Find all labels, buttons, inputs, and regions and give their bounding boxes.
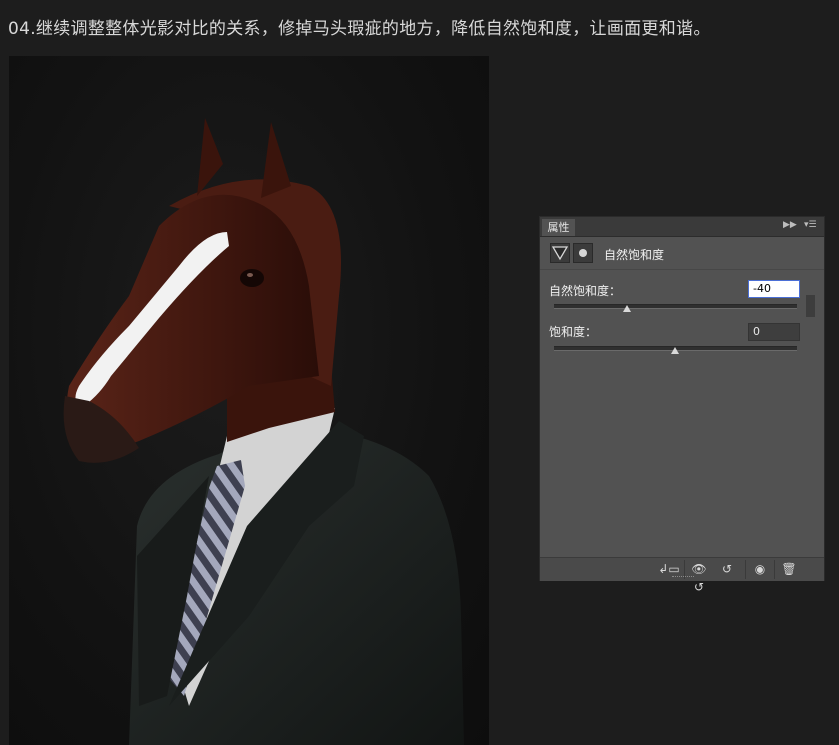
vibrance-slider-thumb[interactable] <box>623 305 631 312</box>
reset-icon[interactable]: ↺ <box>716 560 738 578</box>
panel-scrollbar[interactable] <box>806 295 815 555</box>
adjustment-title: 自然饱和度 <box>604 248 665 262</box>
resize-grip[interactable] <box>672 576 694 579</box>
vibrance-input[interactable]: -40 <box>748 280 800 298</box>
layer-mask-icon[interactable] <box>573 243 593 263</box>
trash-icon[interactable]: 🗑 <box>778 560 800 578</box>
panel-header: 属性 ▶▶ ▾☰ <box>540 217 824 237</box>
saturation-slider-thumb[interactable] <box>671 347 679 354</box>
tab-properties[interactable]: 属性 <box>542 219 575 236</box>
horse-in-suit-photo <box>9 56 489 745</box>
adjustment-type-row: 自然饱和度 <box>540 237 824 270</box>
panel-menu-icon[interactable]: ▾☰ <box>804 220 817 230</box>
visibility-icon[interactable]: ◉ <box>749 560 771 578</box>
vibrance-label: 自然饱和度： <box>549 284 622 298</box>
vibrance-adjustment-icon[interactable] <box>550 243 570 263</box>
saturation-input[interactable]: 0 <box>748 323 800 341</box>
vibrance-slider-track[interactable] <box>554 304 797 309</box>
double-arrow-right-icon[interactable]: ▶▶ <box>783 220 797 230</box>
page-title: 04.继续调整整体光影对比的关系，修掉马头瑕疵的地方，降低自然饱和度，让画面更和… <box>8 19 711 39</box>
properties-panel: 属性 ▶▶ ▾☰ 自然饱和度 自然饱和度： -40 饱和度： 0 ↲▭ 👁↺ ↺… <box>539 216 825 594</box>
saturation-label: 饱和度： <box>549 325 598 339</box>
